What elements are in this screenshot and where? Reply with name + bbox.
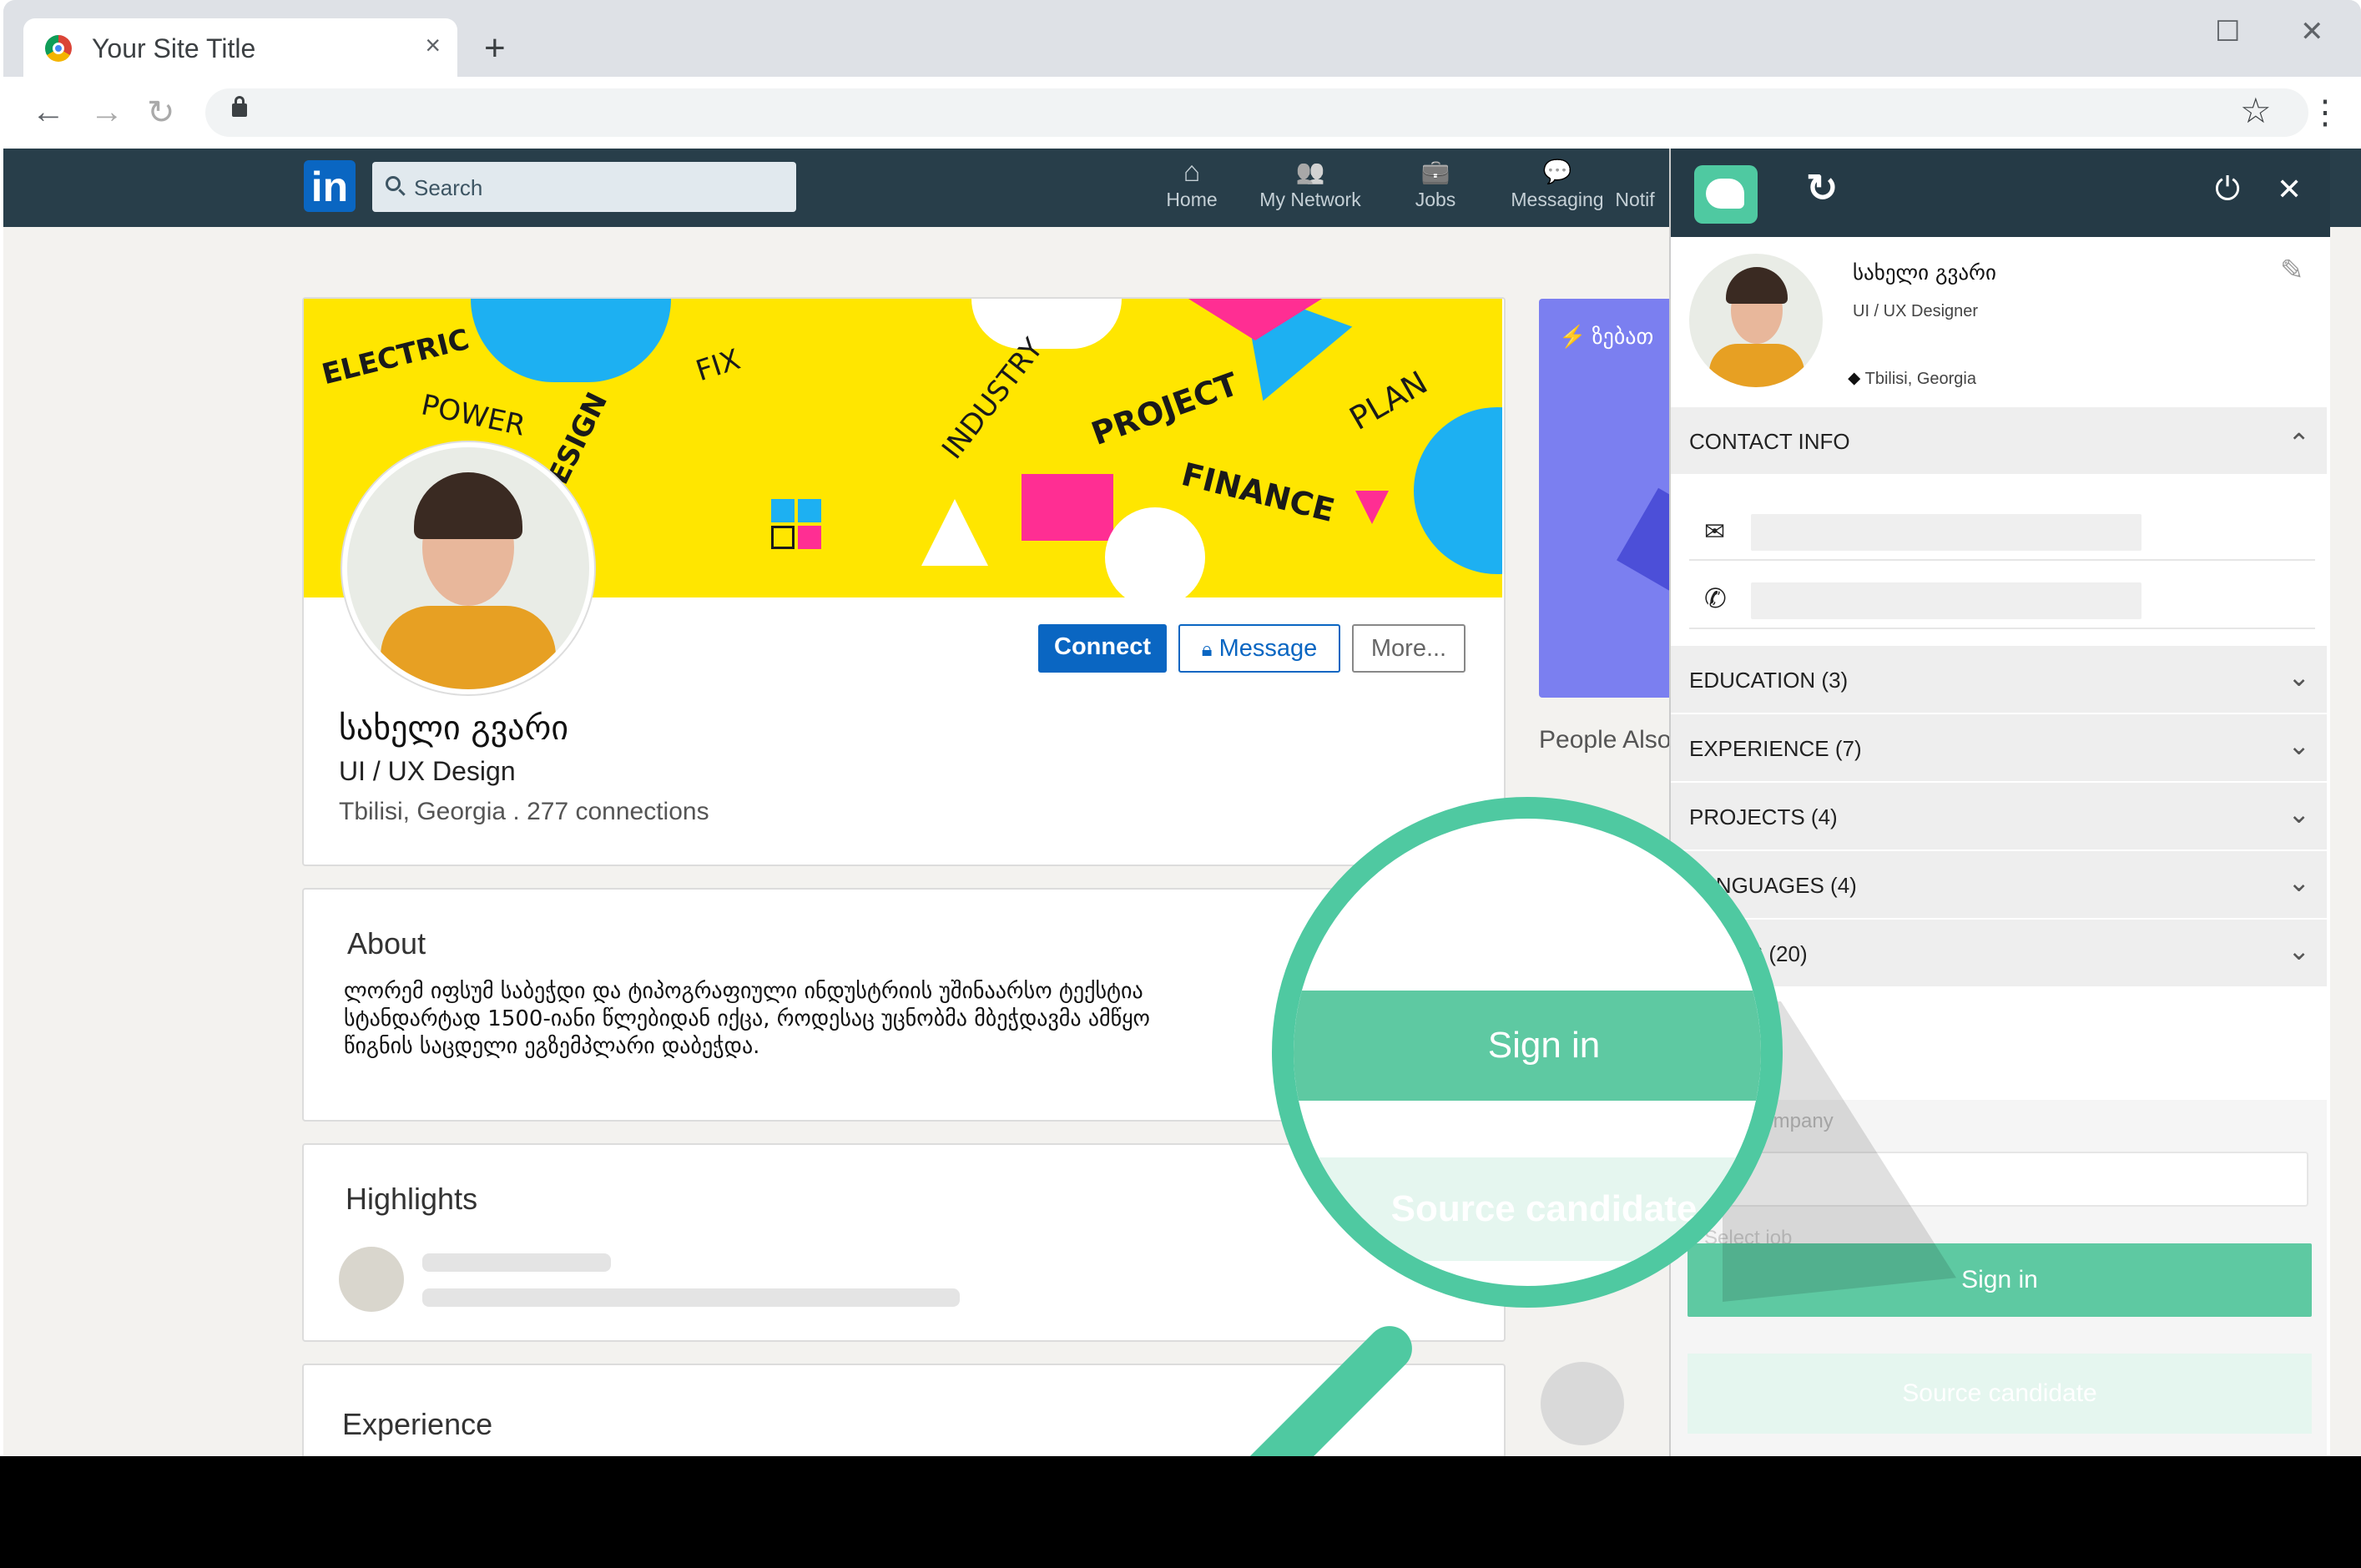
edit-icon[interactable]: ✎ [2280, 254, 2304, 287]
tab-title: Your Site Title [92, 33, 256, 63]
people-also-viewed-title: People Also [1539, 726, 1672, 754]
bookmark-star-icon[interactable]: ☆ [2240, 90, 2272, 131]
banner-word: INDUSTRY [936, 332, 1050, 466]
maximize-icon[interactable]: ☐ [2215, 15, 2240, 48]
profile-avatar [342, 442, 594, 694]
email-icon: ✉ [1704, 518, 1726, 546]
back-icon[interactable]: ← [32, 93, 65, 131]
banner-word: FIX [692, 342, 744, 389]
magnified-source-candidate: Source candidate [1294, 1157, 1761, 1261]
window-close-icon[interactable]: ✕ [2300, 15, 2324, 48]
refresh-icon[interactable]: ↻ [1806, 165, 1839, 210]
section-languages[interactable]: LANGUAGES (4) ⌄ [1671, 851, 2327, 920]
magnifier-lens: Sign in Source candidate [1272, 797, 1783, 1308]
nav-my-network[interactable]: 👥 My Network [1252, 155, 1369, 211]
extension-header: ↻ ⏻ ✕ [1671, 149, 2330, 237]
search-icon [386, 176, 401, 191]
browser-window: Your Site Title × + ☐ ✕ ← → ↻ ☆ ⋮ in Sea… [3, 0, 2361, 1456]
profile-headline: UI / UX Design [339, 756, 516, 786]
bell-icon [1597, 155, 1672, 189]
about-text: ლორემ იფსუმ საბეჭდი და ტიპოგრაფიული ინდუ… [344, 979, 1150, 1059]
message-button[interactable]: 🔒︎ Message [1178, 624, 1340, 673]
highlights-title: Highlights [346, 1182, 478, 1216]
nav-jobs[interactable]: 💼 Jobs [1377, 155, 1494, 211]
search-placeholder: Search [414, 175, 483, 200]
reload-icon[interactable]: ↻ [147, 93, 175, 132]
banner-word: PLAN [1343, 364, 1434, 437]
chrome-favicon-icon [45, 35, 72, 62]
linkedin-logo[interactable]: in [304, 160, 356, 212]
chevron-down-icon: ⌄ [2288, 935, 2310, 966]
search-input[interactable]: Search [372, 162, 796, 212]
chevron-down-icon: ⌄ [2288, 662, 2310, 692]
chevron-down-icon: ⌄ [2288, 730, 2310, 760]
phone-field[interactable] [1751, 582, 2142, 619]
banner-word: PROJECT [1087, 365, 1244, 453]
browser-tab[interactable]: Your Site Title × [23, 18, 457, 78]
browser-toolbar: ← → ↻ ☆ ⋮ [3, 77, 2361, 150]
candidate-location: ⬥ Tbilisi, Georgia [1848, 367, 1976, 388]
forward-icon[interactable]: → [90, 93, 124, 131]
source-candidate-button[interactable]: Source candidate [1688, 1354, 2312, 1434]
tab-strip: Your Site Title × + ☐ ✕ [3, 0, 2361, 78]
skeleton-line [422, 1288, 960, 1307]
chevron-up-icon: ⌃ [2288, 428, 2310, 458]
profile-name: სახელი გვარი [339, 709, 569, 748]
power-icon[interactable]: ⏻ [2215, 172, 2240, 208]
banner-word: ELECTRIC [318, 322, 473, 392]
home-icon: ⌂ [1183, 156, 1201, 188]
chevron-down-icon: ⌄ [2288, 867, 2310, 897]
phone-icon: ✆ [1704, 583, 1727, 613]
section-experience[interactable]: EXPERIENCE (7) ⌄ [1671, 714, 2327, 783]
banner-word: POWER [418, 388, 528, 443]
magnified-sign-in: Sign in [1294, 991, 1761, 1101]
browser-menu-icon[interactable]: ⋮ [2308, 93, 2342, 132]
section-education[interactable]: EDUCATION (3) ⌄ [1671, 646, 2327, 714]
candidate-name: სახელი გვარი [1853, 260, 1996, 285]
chevron-down-icon: ⌄ [2288, 799, 2310, 829]
experience-title: Experience [342, 1407, 493, 1441]
candidate-title: UI / UX Designer [1853, 302, 1979, 320]
bottom-backdrop [0, 1456, 2361, 1568]
network-icon: 👥 [1295, 159, 1325, 184]
nav-notifications[interactable]: Notif [1597, 155, 1672, 211]
new-tab-icon[interactable]: + [484, 30, 506, 67]
banner-word: FINANCE [1178, 456, 1339, 529]
profile-location: Tbilisi, Georgia . 277 connections [339, 798, 709, 825]
profile-card: ELECTRIC POWER DESIGN FIX INDUSTRY PROJE… [302, 297, 1506, 866]
section-projects[interactable]: PROJECTS (4) ⌄ [1671, 783, 2327, 851]
location-pin-icon: ⬥ [1848, 367, 1861, 388]
more-button[interactable]: More... [1352, 624, 1466, 673]
candidate-avatar [1689, 254, 1823, 387]
highlight-avatar-placeholder [339, 1247, 404, 1312]
nav-home[interactable]: ⌂ Home [1133, 155, 1250, 211]
skeleton-line [422, 1253, 611, 1272]
tab-close-icon[interactable]: × [425, 30, 441, 61]
connect-button[interactable]: Connect [1038, 624, 1167, 673]
lock-icon: 🔒︎ [1201, 638, 1213, 661]
suggestion-avatar-placeholder [1541, 1362, 1624, 1445]
email-field[interactable] [1751, 514, 2142, 551]
about-title: About [347, 926, 426, 960]
address-bar[interactable] [205, 88, 2308, 137]
dog-icon[interactable] [1694, 165, 1758, 224]
close-icon[interactable]: ✕ [2277, 172, 2302, 207]
ad-text: ⚡ ზებათ [1559, 324, 1654, 349]
contact-info-header[interactable]: CONTACT INFO ⌃ [1671, 407, 2327, 476]
briefcase-icon: 💼 [1420, 159, 1450, 184]
